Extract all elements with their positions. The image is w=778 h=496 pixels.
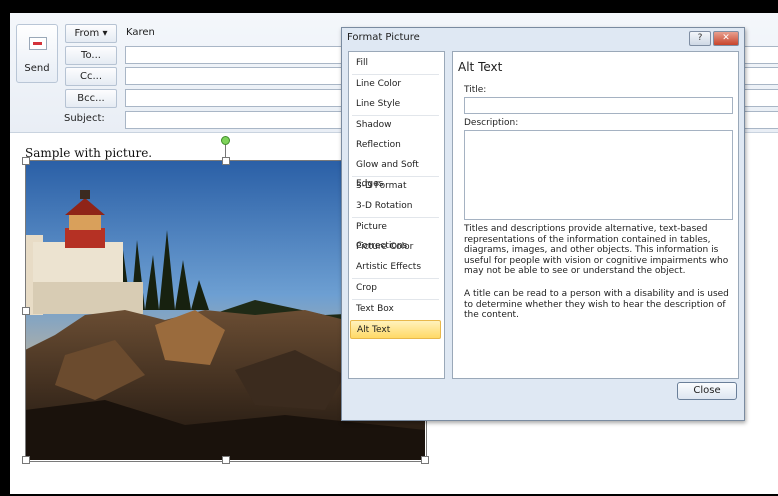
category-reflection[interactable]: Reflection xyxy=(350,136,441,155)
bcc-button[interactable]: Bcc... xyxy=(65,89,117,108)
category-picture-color[interactable]: Picture Color xyxy=(350,238,441,257)
category-fill[interactable]: Fill xyxy=(350,54,441,73)
category-crop[interactable]: Crop xyxy=(350,279,441,298)
rotate-handle[interactable] xyxy=(221,136,230,145)
send-envelope-icon xyxy=(29,37,47,50)
panel-heading: Alt Text xyxy=(458,60,503,74)
send-button[interactable]: Send xyxy=(16,24,58,83)
category-3d-rotation[interactable]: 3-D Rotation xyxy=(350,197,441,216)
to-button[interactable]: To... xyxy=(65,46,117,65)
close-button[interactable]: Close xyxy=(677,382,737,400)
resize-handle-top-left[interactable] xyxy=(22,157,30,165)
dialog-title: Format Picture xyxy=(347,32,420,43)
cc-button[interactable]: Cc... xyxy=(65,67,117,86)
category-line-color[interactable]: Line Color xyxy=(350,75,441,94)
category-picture-corrections[interactable]: Picture Corrections xyxy=(350,218,441,251)
category-list: Fill Line Color Line Style Shadow Reflec… xyxy=(348,51,445,379)
category-glow-soft-edges[interactable]: Glow and Soft Edges xyxy=(350,156,441,189)
from-value: Karen xyxy=(126,27,155,38)
description-label: Description: xyxy=(464,118,519,128)
title-label: Title: xyxy=(464,85,487,95)
resize-handle-bottom-left[interactable] xyxy=(22,456,30,464)
resize-handle-bottom[interactable] xyxy=(222,456,230,464)
category-line-style[interactable]: Line Style xyxy=(350,95,441,114)
resize-handle-bottom-right[interactable] xyxy=(421,456,429,464)
category-artistic-effects[interactable]: Artistic Effects xyxy=(350,258,441,277)
send-label: Send xyxy=(24,63,50,74)
help-button[interactable]: ? xyxy=(689,31,711,46)
alt-text-info-2: A title can be read to a person with a d… xyxy=(464,289,729,320)
format-picture-dialog: Format Picture ? ✕ Fill Line Color Line … xyxy=(341,27,745,421)
category-alt-text[interactable]: Alt Text xyxy=(350,320,441,339)
close-x-button[interactable]: ✕ xyxy=(713,31,739,46)
resize-handle-top[interactable] xyxy=(222,157,230,165)
category-3d-format[interactable]: 3-D Format xyxy=(350,177,441,196)
category-shadow[interactable]: Shadow xyxy=(350,116,441,135)
from-button[interactable]: From ▾ xyxy=(65,24,117,43)
message-body-text[interactable]: Sample with picture. xyxy=(25,146,152,160)
alt-text-panel: Alt Text Title: Description: Titles and … xyxy=(452,51,739,379)
description-input[interactable] xyxy=(464,130,733,220)
alt-text-info-1: Titles and descriptions provide alternat… xyxy=(464,224,729,276)
category-text-box[interactable]: Text Box xyxy=(350,300,441,319)
title-input[interactable] xyxy=(464,97,733,114)
resize-handle-left[interactable] xyxy=(22,307,30,315)
subject-label: Subject: xyxy=(64,113,105,124)
email-compose-window: Send From ▾ Karen To... Cc... Bcc... Sub… xyxy=(10,13,778,494)
